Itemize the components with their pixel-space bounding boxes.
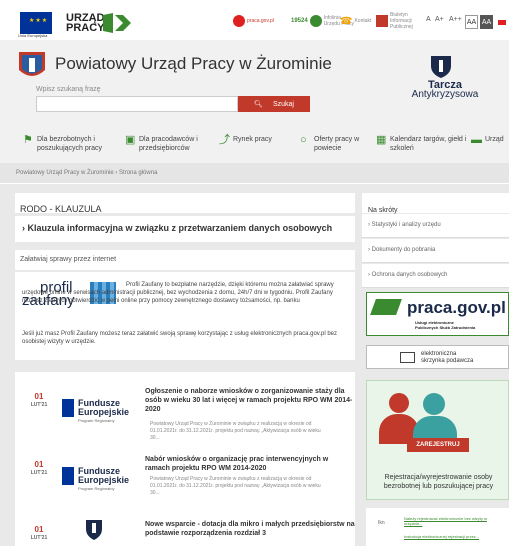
top-bar: ★★★ Unia Europejska URZĄD PRACY praca.gov… bbox=[0, 0, 509, 40]
kontakt-link[interactable]: ☎ Kontakt bbox=[340, 14, 371, 28]
epuap-button[interactable]: elektroniczna skrzynka podawcza bbox=[366, 345, 509, 369]
search-label: Wpisz szukaną frazę bbox=[36, 86, 101, 93]
fundusze-logo: Fundusze Europejskie Program Regionalny bbox=[62, 399, 129, 423]
news-title[interactable]: Nabór wniosków o organizację prac interw… bbox=[145, 455, 355, 473]
arrow-logo-icon bbox=[103, 13, 131, 33]
news-date: 01 LUT'21 bbox=[30, 525, 48, 542]
phone-icon bbox=[309, 15, 322, 27]
sidebar-link[interactable]: Należy rejestrować elektronicznie bez wi… bbox=[404, 516, 504, 526]
coat-of-arms-logo bbox=[19, 52, 45, 76]
news-date: 01 LUT'21 bbox=[30, 460, 48, 477]
page-title: Powiatowy Urząd Pracy w Żurominie bbox=[55, 54, 332, 73]
news-excerpt: Powiatowy Urząd Pracy w Żurominie w zwią… bbox=[150, 421, 321, 441]
chart-icon: ⤴ bbox=[219, 134, 230, 146]
news-title[interactable]: Ogłoszenie o naborze wniosków o zorganiz… bbox=[145, 387, 355, 414]
contrast-normal[interactable]: AA bbox=[465, 15, 478, 29]
nav-item-rynek[interactable]: ⤴ Rynek pracy bbox=[219, 135, 293, 146]
sidebar-item-dokumenty[interactable]: › Dokumenty do pobrania bbox=[362, 239, 509, 263]
person-icon bbox=[389, 393, 409, 413]
font-size-normal[interactable]: A bbox=[426, 16, 431, 23]
breadcrumb-current: Strona główna bbox=[119, 170, 158, 176]
shield-icon bbox=[86, 520, 102, 540]
rodo-heading: RODO - KLAUZULA bbox=[15, 193, 355, 214]
search-icon: 🔍︎ bbox=[254, 101, 263, 108]
eu-label: Unia Europejska bbox=[18, 33, 48, 38]
breadcrumb-home[interactable]: Powiatowy Urząd Pracy w Żurominie bbox=[16, 170, 114, 176]
pl-flag-icon[interactable] bbox=[498, 20, 506, 25]
news-excerpt: Powiatowy Urząd Pracy w Żurominie w zwią… bbox=[150, 476, 321, 496]
calendar-icon: ▦ bbox=[376, 134, 387, 146]
fundusze-logo: Fundusze Europejskie Program Regionalny bbox=[62, 467, 129, 491]
eu-flag-logo: ★★★ bbox=[20, 12, 52, 34]
news-date: 01 LUT'21 bbox=[30, 392, 48, 409]
bip-icon bbox=[376, 15, 388, 27]
rodo-klauzula-link[interactable]: › Klauzula informacyjna w związku z prze… bbox=[15, 216, 355, 242]
sidebar-item-statystyki[interactable]: › Statystyki i analizy urzędu bbox=[362, 214, 509, 238]
praca-arrow-icon bbox=[370, 299, 402, 315]
envelope-icon bbox=[400, 352, 415, 363]
tarcza-link[interactable]: Tarcza Antykryzysowa bbox=[405, 80, 485, 100]
praca-gov-link[interactable]: praca.gov.pl bbox=[233, 14, 274, 28]
sidebar-link[interactable]: Instrukcja elektronicznej rejestracji pr… bbox=[404, 534, 504, 539]
profil-text: Profil Zaufany to bezpłatne narzędzie, d… bbox=[22, 282, 334, 304]
sidebar-item-ochrona[interactable]: › Ochrona danych osobowych bbox=[362, 264, 509, 288]
praca-gov-banner[interactable]: praca.gov.pl Usługi elektroniczne Publicz… bbox=[366, 292, 509, 336]
building-icon: ▬ bbox=[471, 134, 482, 146]
nav-item-urzad[interactable]: ▬ Urząd bbox=[471, 135, 509, 146]
urzad-pracy-logo[interactable]: URZĄD PRACY bbox=[66, 13, 105, 34]
breadcrumb: Powiatowy Urząd Pracy w Żurominie › Stro… bbox=[0, 163, 509, 183]
nav-item-kalendarz[interactable]: ▦ Kalendarz targów, giełd i szkoleń bbox=[376, 135, 470, 153]
register-button[interactable]: ZAREJESTRUJ bbox=[407, 438, 469, 452]
search-icon: ○ bbox=[300, 134, 307, 146]
praca-icon bbox=[233, 15, 245, 27]
font-size-large[interactable]: A+ bbox=[435, 16, 444, 23]
news-title[interactable]: Nowe wsparcie - dotacja dla mikro i mały… bbox=[145, 520, 355, 538]
signpost-icon: ⚑ bbox=[23, 134, 33, 146]
register-text[interactable]: Rejestracja/wyrejestrowanie osoby bezrob… bbox=[371, 473, 506, 491]
search-button[interactable]: 🔍︎ Szukaj bbox=[238, 96, 310, 112]
shield-icon bbox=[431, 56, 451, 78]
font-size-xlarge[interactable]: A++ bbox=[449, 16, 462, 23]
person-icon bbox=[423, 393, 445, 415]
bip-link[interactable]: Biuletyn Informacji Publicznej bbox=[376, 12, 416, 30]
profil-heading: Załatwiaj sprawy przez internet bbox=[15, 250, 355, 270]
nav-item-bezrobotni[interactable]: ⚑ Dla bezrobotnych i poszukujących pracy bbox=[23, 135, 127, 153]
register-box: ZAREJESTRUJ Rejestracja/wyrejestrowanie … bbox=[366, 380, 509, 500]
profil-text2: Jeśli już masz Profil Zaufany możesz ter… bbox=[22, 331, 338, 345]
briefcase-icon: ▣ bbox=[125, 134, 136, 146]
sidebar-heading: Na skróty bbox=[362, 193, 509, 214]
search-input[interactable] bbox=[36, 96, 238, 112]
contrast-high[interactable]: AA bbox=[480, 15, 493, 29]
nav-item-oferty[interactable]: ○ Oferty pracy w powiecie bbox=[300, 135, 384, 153]
sidebar-links-table: Ikn Należy rejestrować elektronicznie be… bbox=[366, 508, 509, 546]
phone-handset-icon: ☎ bbox=[340, 15, 353, 27]
nav-item-pracodawcy[interactable]: ▣ Dla pracodawców i przedsiębiorców bbox=[125, 135, 229, 153]
